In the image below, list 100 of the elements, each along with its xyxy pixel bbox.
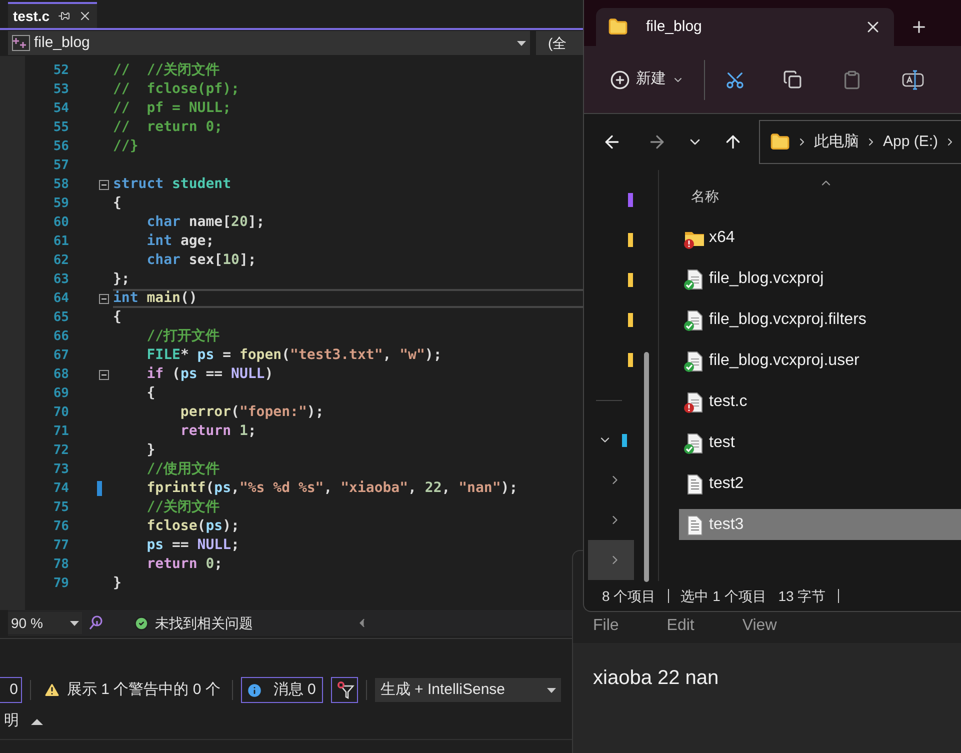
line-number: 75	[52, 498, 69, 517]
line-number: 55	[52, 118, 69, 137]
line-number: 52	[52, 62, 69, 80]
code-line: }	[113, 575, 122, 592]
code-line: {	[113, 195, 122, 212]
new-tab-icon[interactable]	[910, 18, 928, 36]
line-number: 79	[52, 574, 69, 593]
new-button[interactable]: 新建	[610, 68, 684, 91]
messages-button[interactable]: 消息 0	[241, 677, 324, 703]
line-number: 53	[52, 80, 69, 99]
item-count: 8 个项目	[602, 586, 656, 606]
line-number: 54	[52, 100, 69, 118]
code-line: }	[146, 442, 156, 459]
folder-icon	[608, 17, 628, 37]
line-number: 64	[52, 290, 69, 308]
line-number: 78	[52, 556, 69, 574]
pin-icon[interactable]	[58, 10, 70, 22]
document-text: xiaoba 22 nan	[593, 667, 719, 689]
code-line: struct student	[113, 176, 232, 193]
file-row[interactable]: x64	[679, 222, 961, 253]
cut-icon[interactable]	[725, 70, 745, 90]
warnings-button[interactable]: 展示 1 个警告中的 0 个	[39, 677, 224, 703]
code-line: FILE* ps = fopen("test3.txt", "w");	[146, 347, 442, 364]
collapse-icon[interactable]	[99, 180, 109, 190]
code-line: //打开文件	[146, 328, 220, 345]
copy-icon[interactable]	[783, 70, 802, 89]
caret-icon	[70, 620, 79, 626]
scrollbar[interactable]	[644, 352, 649, 582]
filter-button[interactable]	[331, 677, 358, 703]
code-line: //}	[113, 138, 138, 155]
file-row[interactable]: test3	[679, 509, 961, 540]
issues-status: 未找到相关问题	[155, 614, 254, 632]
line-number: 68	[52, 366, 69, 384]
code-line: char sex[10];	[146, 252, 256, 269]
code-line: //关闭文件	[146, 499, 220, 516]
code-line: int age;	[146, 233, 214, 250]
sort-icon[interactable]	[31, 718, 43, 724]
menu-item[interactable]: Edit	[666, 614, 694, 638]
code-line: fclose(ps);	[146, 518, 240, 535]
code-line: {	[113, 309, 122, 326]
rename-icon[interactable]	[902, 70, 924, 90]
code-line: return 0;	[146, 556, 223, 573]
menu-item[interactable]: File	[593, 614, 619, 638]
line-number: 69	[52, 384, 69, 403]
code-line: //使用文件	[146, 461, 220, 478]
nav-node[interactable]	[588, 540, 634, 580]
warning-icon	[43, 681, 61, 699]
file-row[interactable]: file_blog.vcxproj	[679, 263, 961, 294]
breadcrumb-item[interactable]: App (E:)	[883, 130, 938, 154]
file-row[interactable]: test2	[679, 468, 961, 499]
line-number: 71	[52, 422, 69, 441]
project-icon	[12, 35, 30, 51]
scope-dropdown[interactable]: (全	[536, 31, 583, 55]
file-tab[interactable]: test.c	[8, 2, 97, 28]
selection-count: 选中 1 个项目	[680, 586, 766, 606]
line-number: 76	[52, 518, 69, 536]
line-number: 67	[52, 346, 69, 365]
collapse-icon[interactable]	[99, 294, 109, 304]
line-number: 56	[52, 138, 69, 156]
breadcrumb-item[interactable]: 此电脑	[814, 130, 859, 154]
code-line: // return 0;	[113, 119, 223, 136]
errors-button[interactable]: 0	[0, 677, 22, 703]
address-bar[interactable]: 此电脑 App (E:)	[759, 120, 961, 164]
code-line: // //关闭文件	[113, 62, 220, 79]
file-row[interactable]: file_blog.vcxproj.filters	[679, 304, 961, 335]
line-number: 66	[52, 328, 69, 346]
file-row[interactable]: test.c	[679, 386, 961, 417]
code-line: {	[146, 385, 156, 402]
code-line: int main()	[113, 290, 198, 307]
line-number: 59	[52, 194, 69, 213]
line-number: 57	[52, 156, 69, 175]
file-row[interactable]: test	[679, 427, 961, 458]
line-number: 70	[52, 404, 69, 422]
code-line: // pf = NULL;	[113, 100, 232, 117]
code-line: };	[113, 271, 130, 288]
line-number: 73	[52, 460, 69, 479]
code-line: // fclose(pf);	[113, 81, 240, 98]
line-number: 61	[52, 232, 69, 251]
project-dropdown[interactable]: file_blog	[8, 31, 530, 55]
selection-size: 13 字节	[778, 586, 826, 606]
code-line: return 1;	[179, 423, 256, 440]
zoom-dropdown[interactable]: 90 %	[8, 612, 82, 634]
plus-icon	[610, 70, 630, 90]
column-header[interactable]: 明	[4, 710, 19, 733]
code-line: ps == NULL;	[146, 537, 240, 554]
build-dropdown[interactable]: 生成 + IntelliSense	[375, 678, 562, 702]
line-number: 74	[52, 480, 69, 498]
collapse-icon[interactable]	[99, 370, 109, 380]
info-icon	[246, 682, 264, 698]
menu-item[interactable]: View	[742, 614, 777, 638]
code-line: fprintf(ps,"%s %d %s", "xiaoba", 22, "nan");	[146, 480, 518, 497]
file-row[interactable]: file_blog.vcxproj.user	[679, 345, 961, 376]
line-number: 77	[52, 536, 69, 555]
caret-icon	[517, 40, 526, 46]
paste-icon[interactable]	[842, 70, 862, 90]
explorer-tab[interactable]: file_blog	[596, 8, 894, 46]
column-header[interactable]: 名称	[691, 186, 719, 206]
check-icon	[134, 616, 149, 630]
line-number: 72	[52, 442, 69, 460]
caret-icon	[547, 688, 556, 692]
